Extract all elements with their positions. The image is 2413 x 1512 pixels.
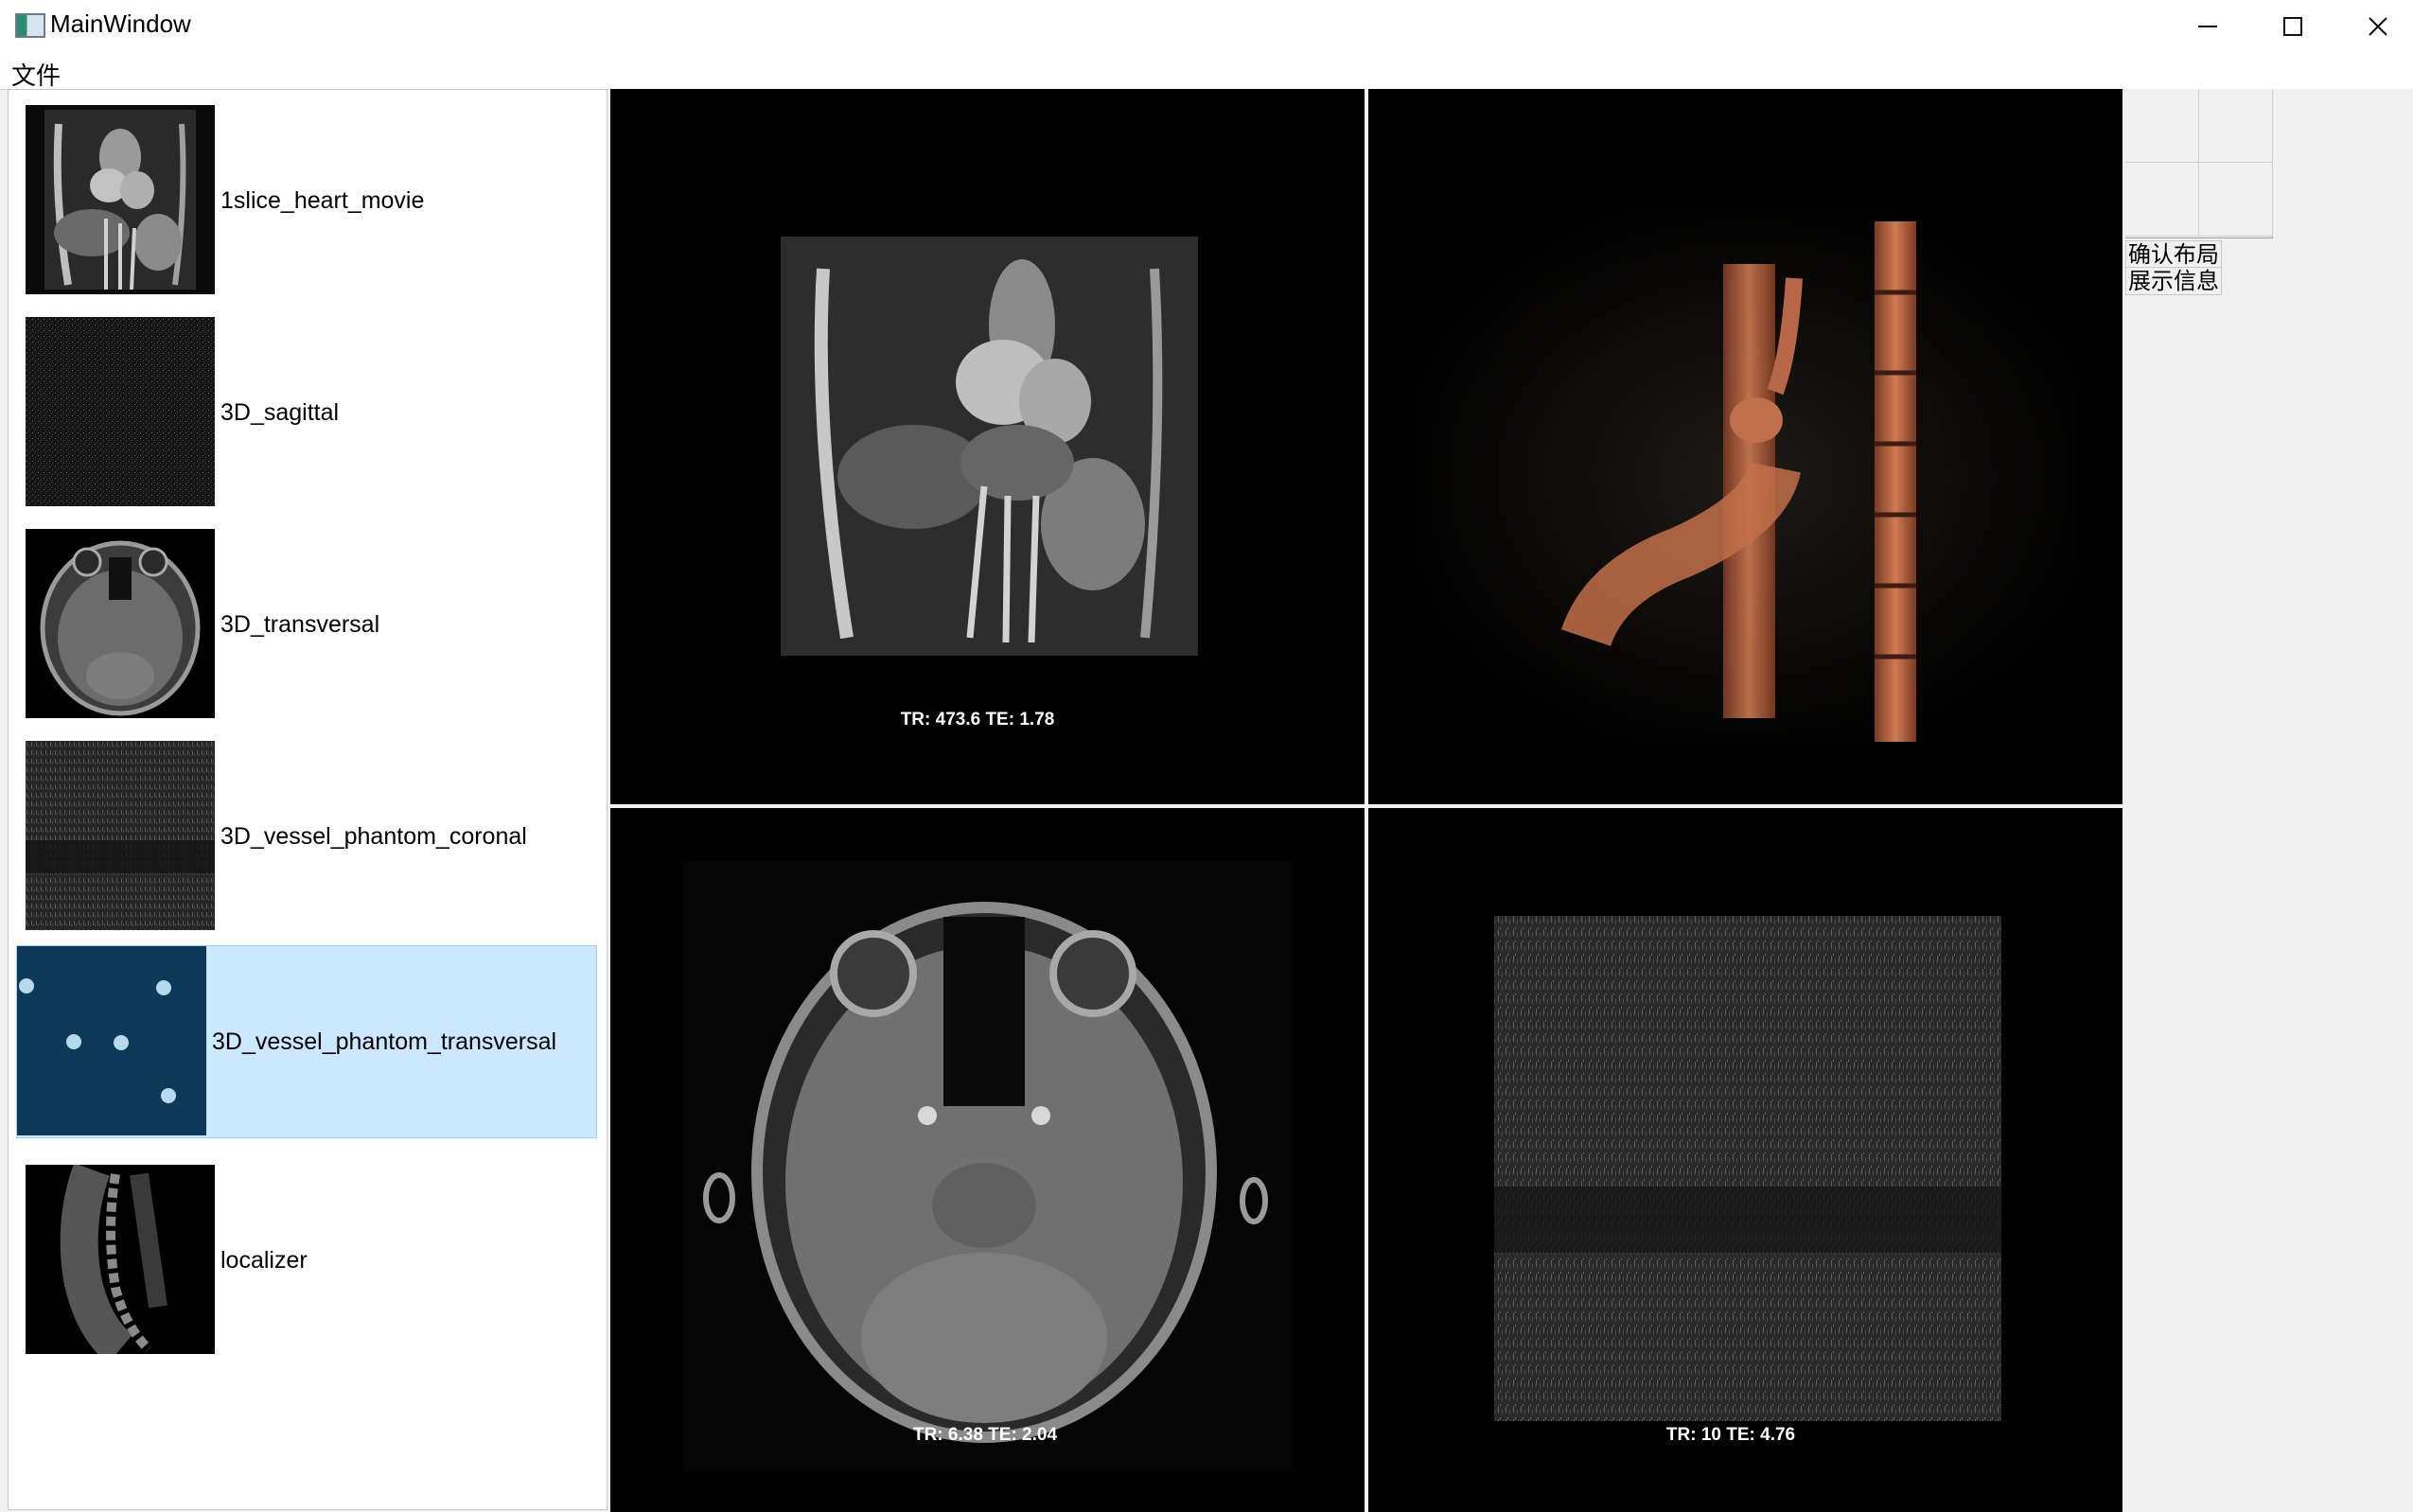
list-item-label: 1slice_heart_movie — [220, 186, 425, 214]
maximize-button[interactable] — [2250, 0, 2335, 52]
viewport-bottom-right[interactable]: TR: 10 TE: 4.76 — [1368, 808, 2122, 1512]
minimize-button[interactable] — [2165, 0, 2250, 52]
layout-grid-selector[interactable] — [2125, 89, 2273, 238]
pane-info-text: TR: 473.6 TE: 1.78 — [900, 710, 1055, 730]
heart-coronal-mri — [781, 237, 1198, 656]
image-viewer: TR: 473.6 TE: 1.78 TR: 6.38 TE: 2.04 TR:… — [608, 89, 2124, 1512]
viewport-top-left[interactable]: TR: 473.6 TE: 1.78 — [610, 89, 1365, 804]
pane-info-text: TR: 10 TE: 4.76 — [1665, 1425, 1796, 1445]
layout-grid-cell[interactable] — [2125, 89, 2199, 163]
viewport-bottom-left[interactable]: TR: 6.38 TE: 2.04 — [610, 808, 1365, 1512]
list-item[interactable]: 3D_sagittal — [16, 309, 597, 506]
layout-grid-cell[interactable] — [2199, 163, 2273, 237]
brain-axial-thumbnail — [26, 529, 215, 718]
menu-file[interactable]: 文件 — [9, 57, 62, 92]
menu-bar: 文件 — [0, 54, 2413, 90]
window-title: MainWindow — [50, 9, 191, 38]
vessel-phantom-coronal-slice — [1494, 916, 2001, 1421]
list-item[interactable]: localizer — [16, 1157, 597, 1354]
list-item[interactable]: 1slice_heart_movie — [16, 97, 597, 294]
layout-grid-cell[interactable] — [2125, 163, 2199, 237]
viewport-top-right[interactable] — [1368, 89, 2122, 804]
app-icon — [15, 13, 45, 38]
confirm-layout-button[interactable]: 确认布局 — [2125, 240, 2222, 269]
list-item[interactable]: 3D_transversal — [16, 521, 597, 718]
layout-grid-cell[interactable] — [2199, 89, 2273, 163]
list-item-selected[interactable]: 3D_vessel_phantom_transversal — [16, 945, 597, 1138]
brain-axial-mri — [683, 861, 1294, 1472]
list-item-label: 3D_transversal — [220, 610, 380, 638]
heart-coronal-thumbnail — [26, 105, 215, 294]
noise-thumbnail — [26, 317, 215, 506]
vessel-coronal-thumbnail — [26, 741, 215, 930]
spine-sagittal-thumbnail — [26, 1165, 215, 1354]
list-item-label: 3D_vessel_phantom_coronal — [220, 822, 527, 850]
list-item[interactable]: 3D_vessel_phantom_coronal — [16, 733, 597, 930]
vessel-phantom-3d-render — [1416, 212, 2078, 742]
list-item-label: 3D_sagittal — [220, 398, 340, 426]
layout-panel: 确认布局 展示信息 — [2125, 89, 2413, 1512]
show-info-button[interactable]: 展示信息 — [2125, 267, 2222, 295]
title-bar: MainWindow — [0, 0, 2413, 54]
vessel-transversal-thumbnail — [17, 946, 206, 1135]
maximize-icon — [2283, 16, 2302, 36]
minimize-icon — [2198, 25, 2217, 27]
list-item-label: 3D_vessel_phantom_transversal — [212, 1028, 557, 1055]
close-button[interactable] — [2335, 0, 2413, 52]
series-list[interactable]: 1slice_heart_movie 3D_sagittal 3D_transv… — [8, 89, 608, 1510]
list-item-label: localizer — [220, 1246, 308, 1274]
pane-info-text: TR: 6.38 TE: 2.04 — [912, 1425, 1058, 1445]
close-icon — [2369, 16, 2387, 36]
